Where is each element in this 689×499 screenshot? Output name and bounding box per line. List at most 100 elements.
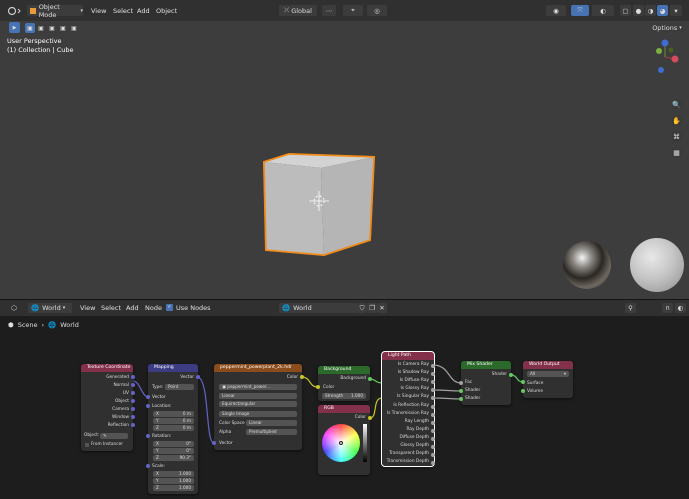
axis-value: 0°: [186, 441, 191, 446]
socket-uv[interactable]: [131, 391, 135, 395]
image-datablock[interactable]: ▣ peppermint_power...: [219, 384, 297, 390]
target-value: All: [530, 371, 536, 376]
socket-lightpath-output[interactable]: [431, 445, 435, 449]
input-vector: Vector: [152, 395, 166, 400]
value-slider[interactable]: [363, 424, 367, 462]
socket-world-volume[interactable]: [521, 389, 525, 393]
output-background: Background: [340, 376, 366, 381]
axis-value: 1.000: [179, 471, 191, 476]
socket-lightpath-output[interactable]: [431, 404, 435, 409]
output-lightpath: Is Shadow Ray: [397, 370, 429, 376]
socket-lightpath-output[interactable]: [431, 428, 435, 433]
strength-value: 1.000: [351, 393, 363, 398]
input-surface: Surface: [527, 381, 544, 386]
socket-mix-shader1[interactable]: [459, 389, 463, 393]
axis-label: X: [156, 411, 159, 416]
axis-value: 90.3°: [179, 455, 191, 460]
node-environment-texture[interactable]: peppermint_powerplant_2k.hdr Color ▣ pep…: [214, 364, 302, 450]
scale-z[interactable]: Z 1.000: [153, 485, 194, 491]
node-mix-shader[interactable]: Mix Shader Shader Fac Shader Shader: [461, 361, 511, 405]
rotation-x[interactable]: X 0°: [153, 441, 194, 447]
socket-mix-out[interactable]: [509, 373, 513, 377]
socket-bg-out[interactable]: [368, 377, 372, 381]
scale-label: Scale:: [152, 464, 166, 469]
output-lightpath: Is Glossy Ray: [400, 386, 429, 392]
from-instancer-checkbox[interactable]: [85, 443, 89, 447]
input-volume: Volume: [527, 389, 543, 394]
node-rgb[interactable]: RGB Color: [318, 405, 370, 475]
socket-bg-color[interactable]: [316, 385, 320, 389]
node-world-output[interactable]: World Output All ▾ Surface Volume: [523, 361, 573, 398]
target-dropdown[interactable]: All ▾: [527, 371, 569, 377]
axis-value: 0 m: [182, 418, 191, 423]
object-picker[interactable]: ✎: [100, 433, 128, 439]
location-label: Location:: [152, 404, 172, 409]
socket-lightpath-output[interactable]: [431, 412, 435, 417]
strength-label: Strength: [325, 393, 344, 398]
scale-x[interactable]: X 1.000: [153, 471, 194, 477]
socket-envtex-color[interactable]: [300, 375, 304, 379]
alpha-dropdown[interactable]: Premultiplied: [246, 429, 297, 435]
socket-lightpath-output[interactable]: [431, 420, 435, 425]
type-label: Type:: [152, 385, 164, 390]
interpolation-dropdown[interactable]: Linear: [219, 393, 297, 399]
output-lightpath: Is Diffuse Ray: [399, 378, 429, 384]
socket-lightpath-output[interactable]: [431, 436, 435, 441]
color-wheel-cursor[interactable]: [339, 441, 343, 445]
socket-lightpath-output[interactable]: [431, 364, 435, 368]
socket-world-surface[interactable]: [521, 380, 525, 384]
rotation-label: Rotation:: [152, 434, 172, 439]
socket-object[interactable]: [131, 399, 135, 403]
output-shader: Shader: [491, 372, 507, 377]
strength-field[interactable]: Strength 1.000: [322, 393, 366, 399]
image-name: peppermint_power...: [227, 384, 271, 389]
node-title: peppermint_powerplant_2k.hdr: [214, 364, 302, 372]
socket-rgb-out[interactable]: [368, 416, 372, 420]
socket-rotation[interactable]: [146, 434, 150, 438]
node-title: Texture Coordinate: [81, 364, 133, 372]
color-space-dropdown[interactable]: Linear: [246, 420, 297, 426]
socket-mapping-in[interactable]: [146, 395, 150, 399]
socket-reflection[interactable]: [131, 423, 135, 427]
socket-scale[interactable]: [146, 464, 150, 468]
location-z[interactable]: Z 0 m: [153, 425, 194, 431]
node-title: Mix Shader: [461, 361, 511, 369]
node-texture-coordinate[interactable]: Texture Coordinate Generated Normal UV O…: [81, 364, 133, 451]
axis-label: Y: [156, 418, 159, 423]
location-x[interactable]: X 0 m: [153, 411, 194, 417]
socket-envtex-vector[interactable]: [212, 441, 216, 445]
input-vector: Vector: [219, 441, 233, 446]
output-camera: Camera: [112, 407, 129, 412]
axis-label: Y: [156, 478, 159, 483]
axis-label: Z: [156, 455, 159, 460]
object-label: Object:: [84, 433, 100, 438]
type-dropdown[interactable]: Point: [165, 384, 194, 390]
socket-camera[interactable]: [131, 407, 135, 411]
socket-location[interactable]: [146, 404, 150, 408]
projection-dropdown[interactable]: Equirectangular: [219, 401, 297, 407]
rotation-z[interactable]: Z 90.3°: [153, 455, 194, 461]
input-shader-1: Shader: [465, 388, 481, 393]
socket-mapping-out[interactable]: [196, 375, 200, 379]
axis-value: 1.000: [179, 485, 191, 490]
scale-y[interactable]: Y 1.000: [153, 478, 194, 484]
output-lightpath: Is Transmission Ray: [386, 410, 429, 416]
node-background[interactable]: Background Background Color Strength 1.00…: [318, 366, 370, 401]
socket-mix-shader2[interactable]: [459, 397, 463, 401]
axis-label: Y: [156, 448, 159, 453]
output-normal: Normal: [113, 383, 129, 388]
node-light-path[interactable]: Light Path Is Camera Ray Is Shadow Ray Is …: [381, 351, 435, 467]
socket-normal[interactable]: [131, 383, 135, 387]
axis-label: X: [156, 471, 159, 476]
chevron-down-icon: ▾: [563, 371, 566, 376]
output-vector: Vector: [180, 375, 194, 380]
node-title: Background: [318, 366, 370, 374]
node-mapping[interactable]: Mapping Vector Type: Point Vector Locati…: [148, 364, 198, 494]
socket-window[interactable]: [131, 415, 135, 419]
output-lightpath: Glossy Depth: [400, 443, 429, 448]
socket-generated[interactable]: [131, 375, 135, 379]
location-y[interactable]: Y 0 m: [153, 418, 194, 424]
socket-mix-fac[interactable]: [459, 381, 463, 385]
source-dropdown[interactable]: Single Image: [219, 411, 297, 417]
rotation-y[interactable]: Y 0°: [153, 448, 194, 454]
